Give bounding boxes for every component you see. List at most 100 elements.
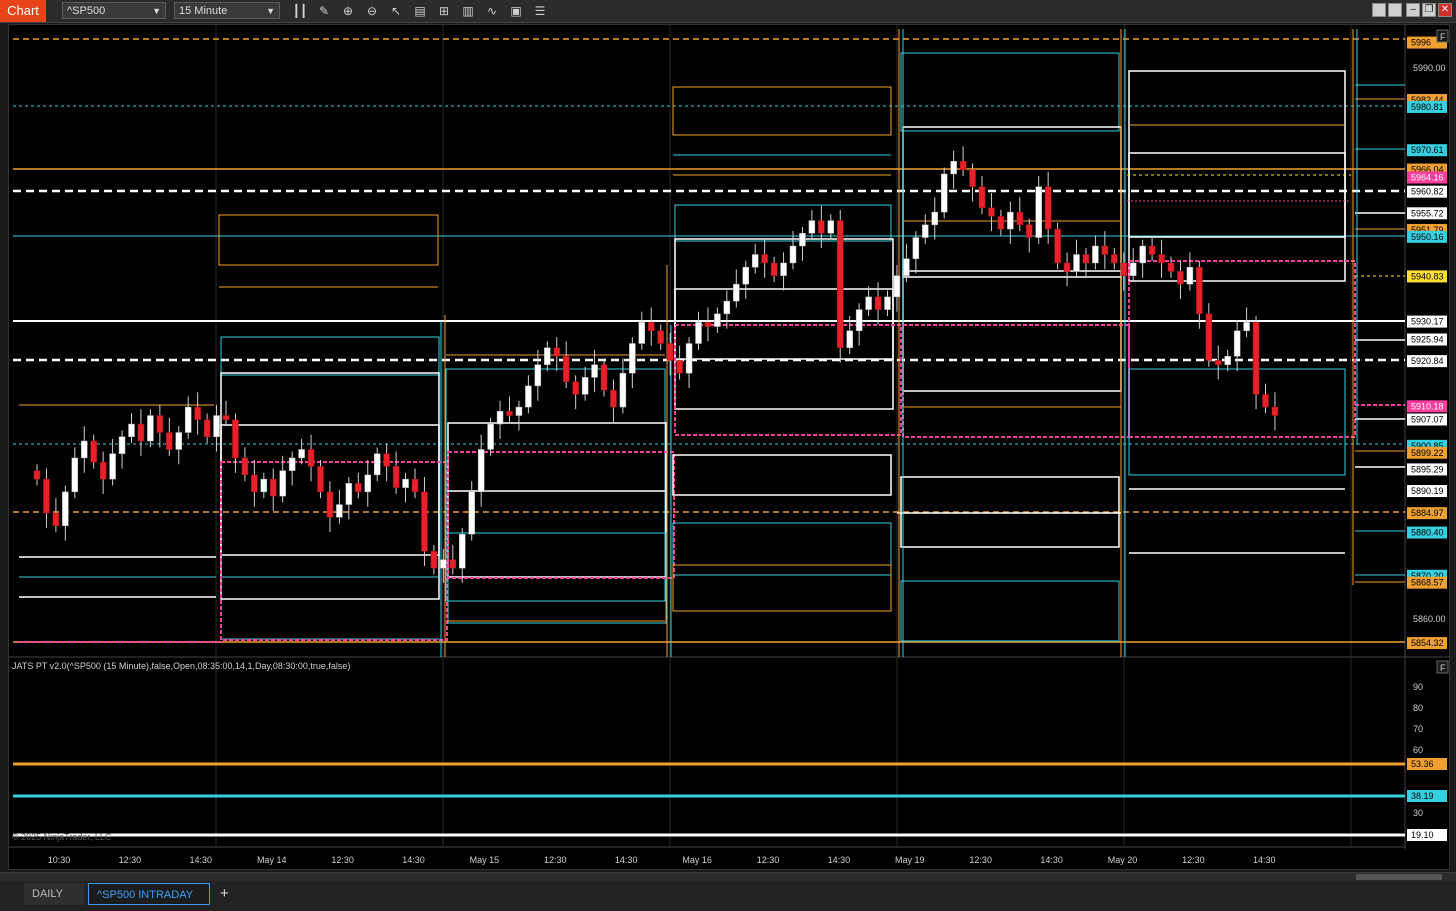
candle	[770, 256, 778, 283]
candle	[1063, 252, 1071, 287]
indicator-tick: 70	[1413, 724, 1423, 734]
tab-sp500-intraday[interactable]: ^SP500 INTRADAY	[88, 883, 210, 905]
price-tag: 5970.61	[1407, 144, 1447, 157]
zoom-in-icon[interactable]: ⊕	[340, 3, 356, 19]
instrument-selector[interactable]: ^SP500 ▼	[62, 2, 166, 19]
properties-icon[interactable]: ▣	[508, 3, 524, 19]
candle	[52, 498, 60, 533]
restore-window-icon[interactable]	[1388, 3, 1402, 17]
price-tag-label: 5960.82	[1411, 187, 1444, 197]
price-tag-label: 5884.97	[1411, 508, 1444, 518]
price-tag: 5960.82	[1407, 185, 1447, 198]
templates-icon[interactable]: ⊞	[436, 3, 452, 19]
candle	[1196, 260, 1203, 329]
time-axis: 10:30 12:30 14:30 May 14 12:30 14:30 May 15 12:…	[48, 855, 1276, 865]
candle	[81, 426, 88, 473]
candle	[1073, 239, 1080, 278]
candle	[950, 150, 957, 189]
candle	[468, 481, 475, 541]
tile-window-icon[interactable]	[1372, 3, 1386, 17]
chart-title-tag: Chart	[0, 0, 46, 22]
candle	[411, 468, 419, 499]
candle	[789, 231, 797, 270]
candle	[1186, 252, 1194, 291]
bars-type-icon[interactable]: ┃┃	[292, 3, 308, 19]
candle	[1243, 307, 1250, 338]
time-tick: 10:30	[48, 855, 71, 865]
price-tag-label: 5930.17	[1411, 317, 1444, 327]
price-tag: 5980.81	[1407, 100, 1447, 113]
price-tag: 5955.72	[1407, 207, 1447, 220]
price-tick: 5990.00	[1413, 63, 1446, 73]
candle	[638, 311, 646, 350]
scrollbar-thumb[interactable]	[1356, 874, 1442, 880]
maximize-button[interactable]: ❐	[1422, 3, 1436, 17]
candle	[780, 252, 787, 291]
data-box-icon[interactable]: ▤	[412, 3, 428, 19]
time-tick: May 16	[682, 855, 712, 865]
copyright-text: © 2025 NinjaTrader, LLC	[12, 832, 112, 842]
candle	[317, 460, 324, 499]
minimize-button[interactable]: –	[1406, 3, 1420, 17]
candle	[33, 464, 41, 486]
interval-selector[interactable]: 15 Minute ▼	[174, 2, 280, 19]
tab-daily[interactable]: DAILY	[24, 883, 84, 905]
price-chart[interactable]: JATS PT v2.0(^SP500 (15 Minute),false,Op…	[9, 25, 1449, 869]
price-tag: 5964.16	[1407, 171, 1447, 184]
candle	[733, 269, 740, 308]
price-tag-label: 5925.94	[1411, 335, 1444, 345]
time-tick: 14:30	[828, 855, 851, 865]
candle	[506, 396, 513, 422]
candle	[723, 290, 731, 329]
strategies-icon[interactable]: ∿	[484, 3, 500, 19]
candle	[581, 366, 589, 401]
horizontal-scrollbar[interactable]	[0, 873, 1456, 881]
candle	[714, 307, 721, 333]
add-tab-button[interactable]: +	[212, 883, 232, 905]
candle	[865, 286, 872, 316]
candle	[818, 205, 825, 249]
price-tag: 5890.19	[1407, 485, 1447, 498]
candle	[43, 468, 50, 528]
price-tag: 5884.97	[1407, 507, 1447, 520]
candle	[184, 396, 192, 439]
list-menu-icon[interactable]: ☰	[532, 3, 548, 19]
price-tag-label: 5940.83	[1411, 271, 1444, 281]
time-tick: 12:30	[331, 855, 354, 865]
price-tag: 5940.83	[1407, 270, 1447, 283]
indicator-label: JATS PT v2.0(^SP500 (15 Minute),false,Op…	[12, 661, 350, 671]
candle	[307, 434, 315, 482]
price-tick: 5860.00	[1413, 614, 1446, 624]
price-tag-label: 5868.57	[1411, 578, 1444, 588]
candle	[222, 400, 230, 427]
candle	[166, 417, 173, 456]
candle	[251, 460, 258, 507]
pointer-icon[interactable]: ↖	[388, 3, 404, 19]
indicator-axis-tags: 53.36 38.19 19.10	[1407, 758, 1447, 841]
price-tag-label: 5955.72	[1411, 208, 1444, 218]
price-tag: 5930.17	[1407, 315, 1447, 328]
indicators-icon[interactable]: ▥	[460, 3, 476, 19]
time-tick: 14:30	[1040, 855, 1063, 865]
candle	[71, 447, 79, 499]
candle	[260, 472, 268, 499]
candle	[421, 477, 428, 567]
close-button[interactable]: ✕	[1438, 3, 1452, 17]
price-tag: 5868.57	[1407, 576, 1447, 589]
chart-panel[interactable]: JATS PT v2.0(^SP500 (15 Minute),false,Op…	[8, 24, 1450, 870]
candle	[128, 413, 135, 444]
zoom-out-icon[interactable]: ⊖	[364, 3, 380, 19]
candle	[90, 434, 97, 469]
candle	[383, 443, 390, 482]
indicator-tag-label: 19.10	[1411, 830, 1434, 840]
candle	[695, 311, 702, 350]
price-tag: 5925.94	[1407, 333, 1447, 346]
indicator-tag-label: 53.36	[1411, 759, 1434, 769]
candle	[137, 409, 145, 456]
candle	[610, 379, 617, 422]
candle	[1271, 392, 1279, 431]
price-tag-label: 5907.07	[1411, 414, 1444, 424]
candle	[751, 243, 759, 274]
drawing-tool-icon[interactable]: ✎	[316, 3, 332, 19]
indicator-tag: 53.36	[1407, 758, 1447, 770]
